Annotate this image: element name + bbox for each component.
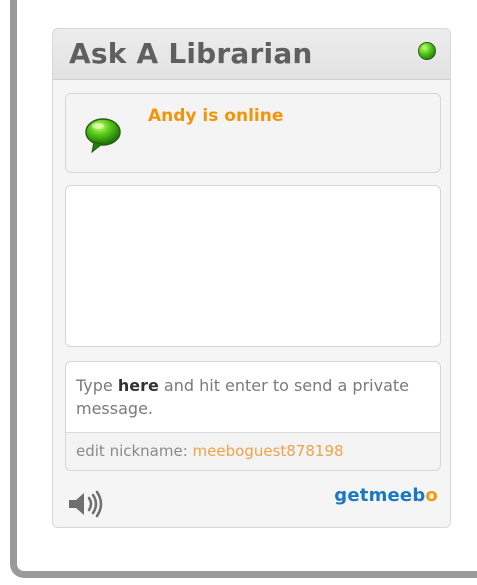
nickname-label-text: edit nickname:: [76, 442, 193, 460]
edit-nickname-link[interactable]: meeboguest878198: [193, 442, 344, 460]
widget-title: Ask A Librarian: [69, 37, 313, 70]
speaker-icon[interactable]: [65, 488, 109, 520]
meebo-brand-text: meeb: [368, 485, 426, 506]
green-status-dot-icon: [418, 42, 436, 60]
ask-a-librarian-widget: Ask A Librarian Andy is online Type here…: [52, 28, 451, 528]
meebo-get-text: get: [334, 485, 369, 506]
online-status-text: Andy is online: [148, 106, 284, 126]
compose-prefix: Type: [76, 376, 118, 395]
meebo-o-text: o: [425, 485, 438, 506]
widget-header: Ask A Librarian: [53, 29, 450, 80]
message-compose-panel[interactable]: Type here and hit enter to send a privat…: [65, 361, 441, 471]
nickname-label: edit nickname: meeboguest878198: [76, 442, 344, 460]
compose-placeholder[interactable]: Type here and hit enter to send a privat…: [76, 374, 426, 420]
nickname-bar: edit nickname: meeboguest878198: [66, 432, 440, 470]
chat-log-panel[interactable]: [65, 185, 441, 347]
chat-bubble-icon: [85, 118, 121, 154]
get-meebo-link[interactable]: getmeebo: [334, 485, 438, 506]
compose-emphasis: here: [117, 376, 159, 395]
status-panel: Andy is online: [65, 93, 441, 173]
